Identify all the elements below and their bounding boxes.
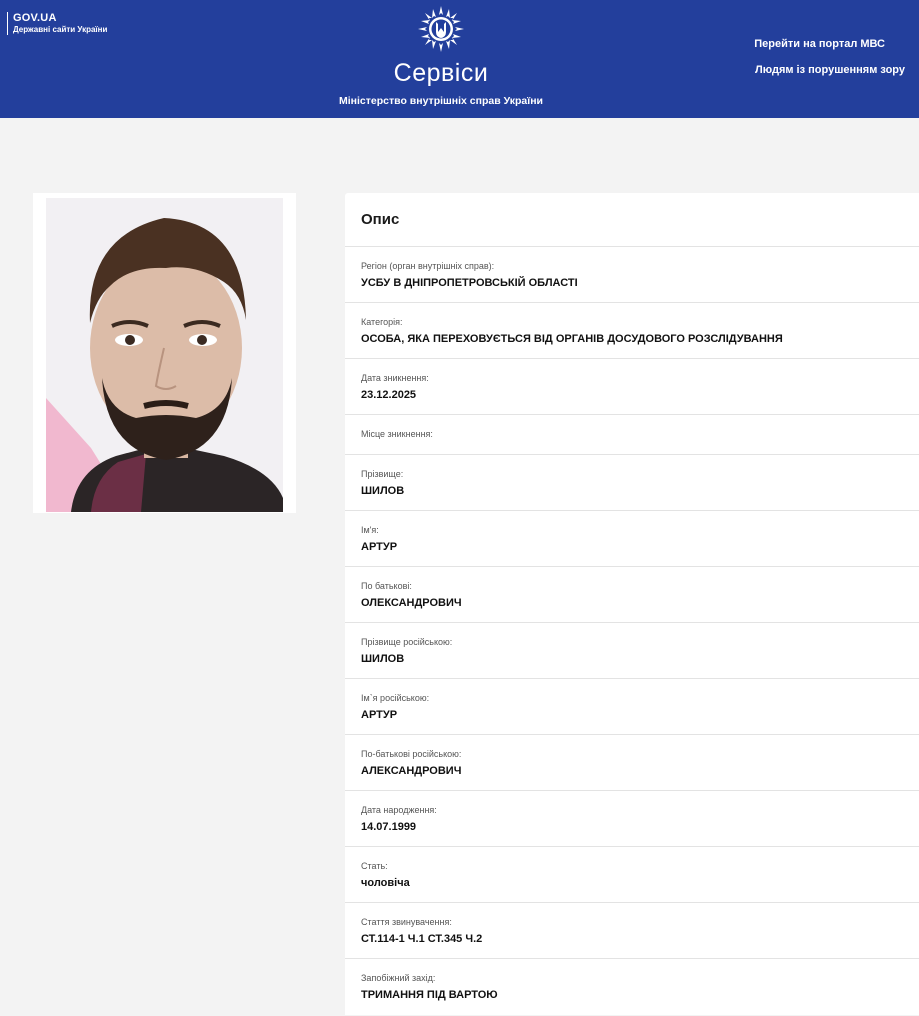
field-row-surname-ru: Прізвище російською: ШИЛОВ bbox=[345, 622, 919, 679]
field-row-first-name-ru: Ім`я російською: АРТУР bbox=[345, 678, 919, 735]
field-row-region: Регіон (орган внутрішніх справ): УСБУ В … bbox=[345, 246, 919, 303]
person-photo bbox=[46, 198, 283, 512]
field-value: ШИЛОВ bbox=[361, 653, 405, 665]
field-value: АЛЕКСАНДРОВИЧ bbox=[361, 765, 462, 777]
field-value: ОЛЕКСАНДРОВИЧ bbox=[361, 597, 462, 609]
gov-ua-title: GOV.UA bbox=[13, 12, 57, 24]
field-value: 14.07.1999 bbox=[361, 821, 417, 833]
field-label: По-батькові російською: bbox=[361, 749, 462, 759]
field-row-sex: Стать: чоловіча bbox=[345, 846, 919, 903]
field-label: Ім`я російською: bbox=[361, 693, 430, 703]
person-photo-frame bbox=[33, 193, 296, 513]
card-title: Опис bbox=[361, 211, 400, 228]
field-label: Стаття звинувачення: bbox=[361, 917, 452, 927]
field-row-category: Категорія: ОСОБА, ЯКА ПЕРЕХОВУЄТЬСЯ ВІД … bbox=[345, 302, 919, 359]
description-card: Опис Регіон (орган внутрішніх справ): УС… bbox=[345, 193, 919, 1015]
field-label: Регіон (орган внутрішніх справ): bbox=[361, 261, 495, 271]
field-value: чоловіча bbox=[361, 877, 410, 889]
field-row-first-name: Ім'я: АРТУР bbox=[345, 510, 919, 567]
accessibility-link[interactable]: Людям із порушенням зору bbox=[755, 64, 905, 77]
field-row-patronymic-ru: По-батькові російською: АЛЕКСАНДРОВИЧ bbox=[345, 734, 919, 791]
field-label: Стать: bbox=[361, 861, 388, 871]
field-label: Ім'я: bbox=[361, 525, 379, 535]
gov-ua-link[interactable]: GOV.UA Державні сайти України bbox=[7, 12, 107, 35]
field-label: По батькові: bbox=[361, 581, 412, 591]
field-value: УСБУ В ДНІПРОПЕТРОВСЬКІЙ ОБЛАСТІ bbox=[361, 277, 578, 289]
field-value: СТ.114-1 Ч.1 СТ.345 Ч.2 bbox=[361, 933, 483, 945]
field-label: Місце зникнення: bbox=[361, 429, 433, 439]
field-row-charge-article: Стаття звинувачення: СТ.114-1 Ч.1 СТ.345… bbox=[345, 902, 919, 959]
field-row-surname: Прізвище: ШИЛОВ bbox=[345, 454, 919, 511]
gov-ua-subtitle: Державні сайти України bbox=[13, 25, 108, 34]
field-label: Категорія: bbox=[361, 317, 403, 327]
brand-title[interactable]: Сервіси bbox=[341, 58, 541, 88]
mvs-portal-link[interactable]: Перейти на портал МВС bbox=[754, 38, 885, 51]
site-header: GOV.UA Державні сайти України Сервіси Мі… bbox=[0, 0, 919, 118]
field-value: АРТУР bbox=[361, 541, 398, 553]
field-label: Запобіжний захід: bbox=[361, 973, 436, 983]
field-row-missing-place: Місце зникнення: bbox=[345, 414, 919, 455]
field-row-birth-date: Дата народження: 14.07.1999 bbox=[345, 790, 919, 847]
field-row-missing-date: Дата зникнення: 23.12.2025 bbox=[345, 358, 919, 415]
field-label: Прізвище російською: bbox=[361, 637, 453, 647]
field-value: ОСОБА, ЯКА ПЕРЕХОВУЄТЬСЯ ВІД ОРГАНІВ ДОС… bbox=[361, 333, 783, 345]
field-label: Прізвище: bbox=[361, 469, 404, 479]
field-row-preventive-measure: Запобіжний захід: ТРИМАННЯ ПІД ВАРТОЮ bbox=[345, 958, 919, 1016]
field-value: 23.12.2025 bbox=[361, 389, 417, 401]
brand-subtitle: Міністерство внутрішніх справ України bbox=[339, 95, 543, 107]
police-star-emblem-icon[interactable] bbox=[418, 6, 464, 52]
field-value: ТРИМАННЯ ПІД ВАРТОЮ bbox=[361, 989, 498, 1001]
field-label: Дата зникнення: bbox=[361, 373, 429, 383]
field-row-patronymic: По батькові: ОЛЕКСАНДРОВИЧ bbox=[345, 566, 919, 623]
field-value: АРТУР bbox=[361, 709, 398, 721]
field-label: Дата народження: bbox=[361, 805, 437, 815]
field-value: ШИЛОВ bbox=[361, 485, 405, 497]
